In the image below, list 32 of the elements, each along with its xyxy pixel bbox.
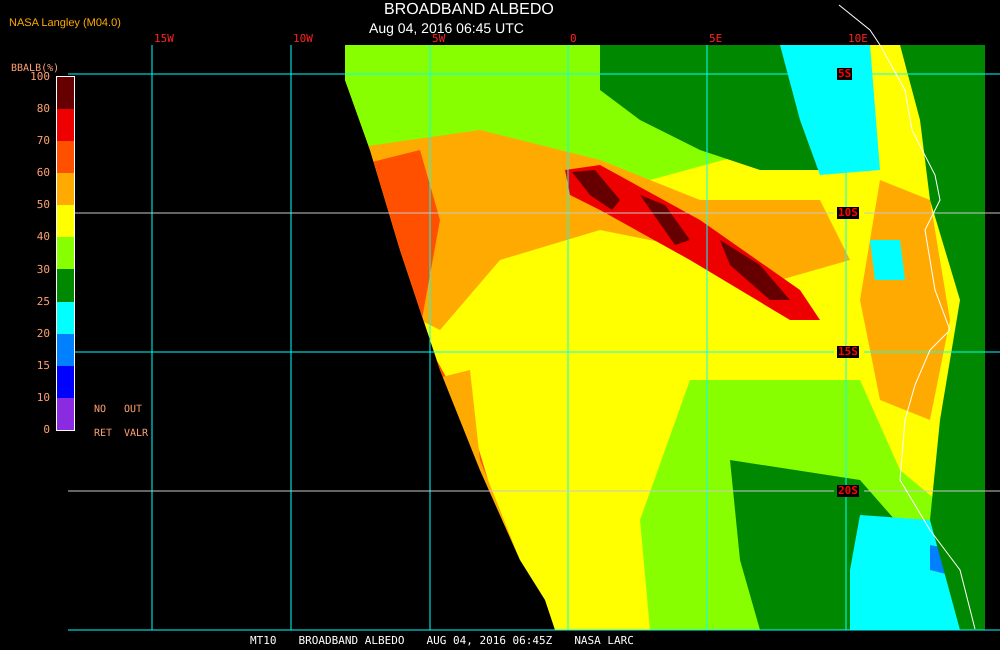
footer-caption: AUG 04, 2016 06:45Z bbox=[426, 634, 552, 648]
latitude-label: 10S bbox=[837, 207, 859, 219]
scale-tick-label: 25 bbox=[36, 296, 50, 308]
scale-tick-label: 30 bbox=[36, 264, 50, 276]
footer-caption: MT10 bbox=[250, 634, 276, 648]
footer-caption: BROADBAND ALBEDO bbox=[298, 634, 404, 648]
scale-tick-label: 80 bbox=[36, 103, 50, 116]
longitude-label: 15W bbox=[154, 33, 174, 45]
scale-tick-label: 100 bbox=[30, 71, 50, 83]
longitude-label: 10E bbox=[848, 33, 868, 45]
scale-tick-label: 10 bbox=[36, 392, 50, 404]
longitude-label: 5W bbox=[432, 33, 446, 45]
map-title: BROADBAND ALBEDO bbox=[384, 1, 554, 19]
legend-note: VALR bbox=[124, 428, 148, 440]
latitude-label: 5S bbox=[837, 68, 852, 80]
longitude-label: 5E bbox=[709, 33, 722, 45]
latitude-label: 20S bbox=[837, 485, 859, 497]
scale-tick-label: 60 bbox=[36, 167, 50, 180]
legend-note: NO bbox=[94, 404, 106, 416]
scale-tick-label: 70 bbox=[36, 135, 50, 148]
legend-note: OUT bbox=[124, 404, 142, 416]
legend-note: RET bbox=[94, 428, 112, 440]
longitude-label: 10W bbox=[293, 33, 313, 45]
latitude-label: 15S bbox=[837, 346, 859, 358]
scale-tick-label: 20 bbox=[36, 328, 50, 340]
scale-tick-label: 40 bbox=[36, 231, 50, 244]
scale-tick-label: 15 bbox=[36, 360, 50, 372]
scale-tick-label: 0 bbox=[42, 424, 50, 436]
source-label: NASA Langley (M04.0) bbox=[9, 16, 121, 31]
footer-caption: NASA LARC bbox=[574, 634, 634, 648]
scale-tick-label: 50 bbox=[36, 199, 50, 212]
longitude-label: 0 bbox=[570, 33, 577, 45]
